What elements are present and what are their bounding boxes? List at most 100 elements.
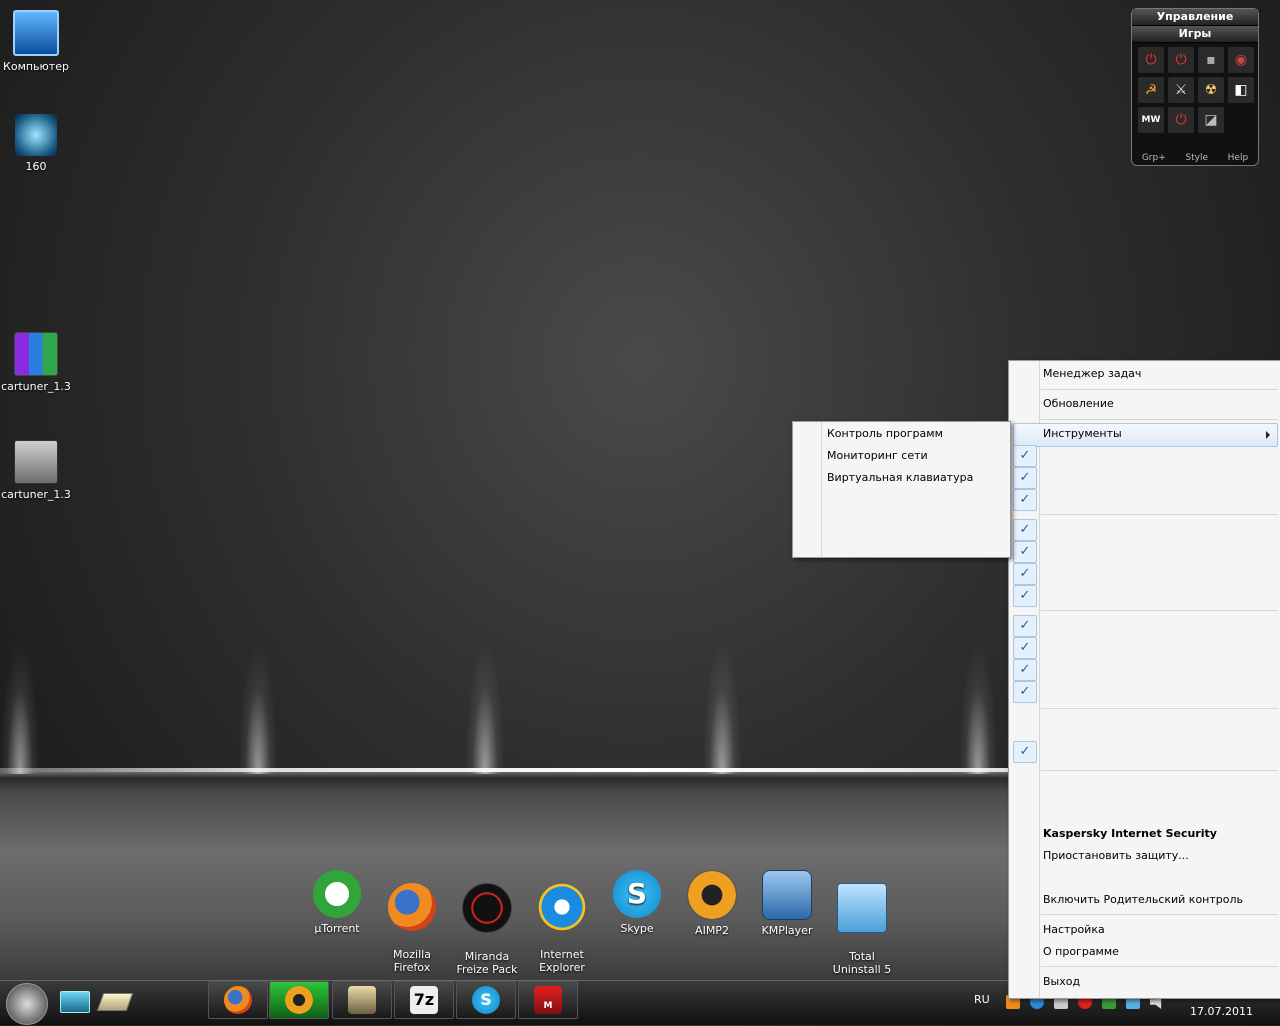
gadget-footer: Grp+ Style Help: [1132, 153, 1258, 163]
archive-icon: [348, 986, 376, 1014]
check-icon[interactable]: ✓: [1013, 541, 1037, 563]
wallpaper-spotlight: [0, 640, 40, 774]
menu-separator: [1041, 966, 1278, 967]
desktop-icon-computer[interactable]: Компьютер: [0, 10, 76, 73]
taskbar-button-metro2033[interactable]: M: [518, 981, 578, 1019]
gadget-grp-button[interactable]: Grp+: [1142, 153, 1166, 163]
game-icon[interactable]: ☢: [1198, 77, 1224, 103]
winrar-archive-icon: [14, 332, 58, 376]
desktop-icon-cartuner-folder[interactable]: cartuner_1.3: [0, 440, 76, 501]
game-icon[interactable]: MW: [1138, 107, 1164, 133]
dock-item-total-uninstall[interactable]: Total Uninstall 5: [827, 870, 897, 976]
start-button[interactable]: [6, 983, 48, 1025]
skype-icon: S: [613, 870, 661, 918]
rose-image-icon: [15, 114, 57, 156]
menu-item-exit[interactable]: Выход: [1043, 971, 1278, 993]
submenu-item-virtual-keyboard[interactable]: Виртуальная клавиатура: [827, 467, 1008, 489]
dock-item-internet-explorer[interactable]: Internet Explorer: [527, 870, 597, 974]
desktop-icon-160[interactable]: 160: [0, 114, 76, 173]
clock-date[interactable]: 17.07.2011: [1190, 1005, 1253, 1018]
gadget-help-button[interactable]: Help: [1228, 153, 1249, 163]
menu-separator: [1041, 708, 1278, 709]
firefox-icon: [388, 883, 436, 931]
menu-item-parental-control[interactable]: Включить Родительский контроль: [1043, 889, 1278, 911]
game-icon[interactable]: ⏻: [1168, 107, 1194, 133]
taskbar-button-firefox[interactable]: [208, 981, 268, 1019]
game-icon[interactable]: ☭: [1138, 77, 1164, 103]
dock-label: µTorrent: [314, 922, 360, 935]
internet-explorer-icon: [538, 883, 586, 931]
dock-item-kmplayer[interactable]: KMPlayer: [752, 870, 822, 937]
taskbar-button-skype[interactable]: S: [456, 981, 516, 1019]
menu-header-product: Kaspersky Internet Security: [1043, 827, 1217, 840]
desktop-icon-label: 160: [25, 160, 47, 173]
check-icon[interactable]: ✓: [1013, 445, 1037, 467]
7zip-icon: 7z: [410, 986, 438, 1014]
submenu-item-network-monitor[interactable]: Мониторинг сети: [827, 445, 1008, 467]
check-icon[interactable]: ✓: [1013, 659, 1037, 681]
menu-separator: [1041, 914, 1278, 915]
submenu-arrow-icon: [1266, 431, 1270, 439]
miranda-icon: [462, 883, 512, 933]
dock-label: Total Uninstall 5: [832, 950, 892, 976]
dock-item-utorrent[interactable]: µTorrent: [302, 870, 372, 935]
game-icon[interactable]: ⚔: [1168, 77, 1194, 103]
dock-label: Internet Explorer: [539, 948, 585, 974]
menu-item-update[interactable]: Обновление: [1043, 393, 1278, 415]
menu-item-about[interactable]: О программе: [1043, 941, 1278, 963]
aimp-icon: [285, 986, 313, 1014]
gadget-games-grid: ⏻ ⏻ ▪ ◉ ☭ ⚔ ☢ ◧ MW ⏻ ◪: [1138, 47, 1254, 133]
gadget-style-button[interactable]: Style: [1185, 153, 1208, 163]
quicklaunch-switch-windows-icon[interactable]: [96, 993, 134, 1011]
menu-item-task-manager[interactable]: Менеджер задач: [1043, 363, 1278, 385]
dock-item-firefox[interactable]: Mozilla Firefox: [377, 870, 447, 974]
dock-label: Mozilla Firefox: [393, 948, 431, 974]
check-icon[interactable]: ✓: [1013, 563, 1037, 585]
desktop-icon-label: cartuner_1.3: [1, 380, 71, 393]
check-icon[interactable]: ✓: [1013, 615, 1037, 637]
taskbar-button-aimp[interactable]: [269, 981, 329, 1019]
language-indicator[interactable]: RU: [974, 993, 990, 1006]
total-uninstall-icon: [837, 883, 887, 933]
game-icon[interactable]: ◧: [1228, 77, 1254, 103]
check-icon[interactable]: ✓: [1013, 681, 1037, 703]
gadget-subtitle[interactable]: Игры: [1132, 26, 1258, 43]
wallpaper-spotlight: [465, 640, 505, 774]
taskbar-button-7zip[interactable]: 7z: [394, 981, 454, 1019]
wallpaper-spotlight: [958, 640, 998, 774]
wallpaper-spotlight: [702, 640, 742, 774]
check-icon[interactable]: ✓: [1013, 467, 1037, 489]
menu-separator: [1041, 419, 1278, 420]
game-icon[interactable]: ▪: [1198, 47, 1224, 73]
menu-separator: [1041, 610, 1278, 611]
metro2033-icon: M: [534, 986, 562, 1014]
game-icon[interactable]: ⏻: [1138, 47, 1164, 73]
game-icon[interactable]: ◪: [1198, 107, 1224, 133]
game-icon[interactable]: ◉: [1228, 47, 1254, 73]
check-icon[interactable]: ✓: [1013, 741, 1037, 763]
dock-item-miranda[interactable]: Miranda Freize Pack: [452, 870, 522, 976]
menu-separator: [1041, 389, 1278, 390]
quicklaunch-show-desktop-icon[interactable]: [60, 991, 90, 1013]
desktop-icon-label: cartuner_1.3: [1, 488, 71, 501]
check-icon[interactable]: ✓: [1013, 519, 1037, 541]
menu-item-tools[interactable]: Инструменты: [1043, 423, 1278, 445]
taskbar-button-archive[interactable]: [332, 981, 392, 1019]
dock-item-aimp2[interactable]: AIMP2: [677, 870, 747, 937]
dock-label: AIMP2: [695, 924, 729, 937]
check-icon[interactable]: ✓: [1013, 585, 1037, 607]
game-icon[interactable]: ⏻: [1168, 47, 1194, 73]
menu-item-pause-protection[interactable]: Приостановить защиту...: [1043, 845, 1278, 867]
desktop-icon-cartuner-archive[interactable]: cartuner_1.3: [0, 332, 76, 393]
check-icon[interactable]: ✓: [1013, 637, 1037, 659]
gadget-title[interactable]: Управление: [1132, 9, 1258, 26]
utorrent-icon: [313, 870, 361, 918]
menu-separator: [1041, 514, 1278, 515]
submenu-item-application-control[interactable]: Контроль программ: [827, 423, 1008, 445]
menu-separator: [1041, 770, 1278, 771]
menu-item-settings[interactable]: Настройка: [1043, 919, 1278, 941]
dock-item-skype[interactable]: S Skype: [602, 870, 672, 935]
check-icon[interactable]: ✓: [1013, 489, 1037, 511]
tools-submenu: Контроль программ Мониторинг сети Виртуа…: [792, 421, 1011, 558]
skype-icon: S: [472, 986, 500, 1014]
